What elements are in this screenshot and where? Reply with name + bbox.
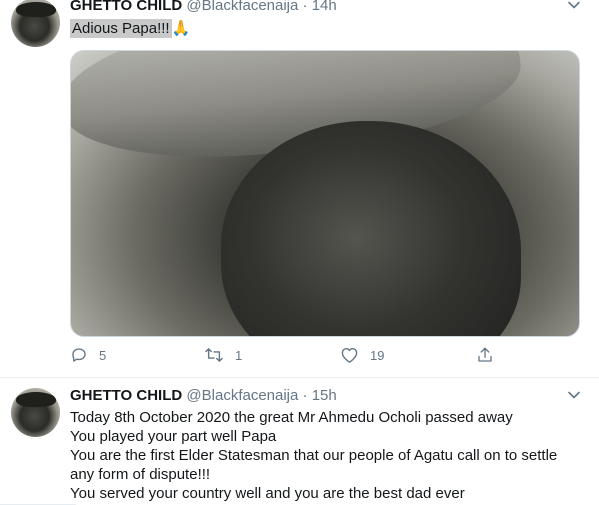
- heart-icon: [340, 346, 359, 364]
- timestamp[interactable]: 14h: [312, 0, 337, 14]
- tweet-text: Today 8th October 2020 the great Mr Ahme…: [70, 408, 585, 503]
- tweet-line: You played your part well Papa: [70, 428, 277, 445]
- share-button[interactable]: [476, 346, 494, 364]
- chevron-down-icon[interactable]: [567, 388, 581, 402]
- highlighted-text: Adious Papa!!!: [70, 19, 172, 38]
- separator-dot: ·: [302, 0, 308, 14]
- tweet[interactable]: GHETTO CHILD @Blackfacenaija · 15h Today…: [0, 378, 599, 505]
- tweet-line: Today 8th October 2020 the great Mr Ahme…: [70, 409, 513, 426]
- chevron-down-icon[interactable]: [567, 0, 581, 12]
- separator-dot: ·: [302, 387, 308, 404]
- tweet-line: You are the first Elder Statesman that o…: [70, 447, 558, 483]
- tweet-photo[interactable]: [70, 50, 580, 337]
- display-name[interactable]: GHETTO CHILD: [70, 0, 182, 14]
- share-icon: [476, 346, 494, 364]
- tweet-header: GHETTO CHILD @Blackfacenaija · 15h: [70, 387, 337, 404]
- praying-hands-emoji: 🙏: [171, 20, 191, 37]
- user-handle[interactable]: @Blackfacenaija: [186, 0, 298, 14]
- reply-icon: [70, 346, 88, 364]
- reply-count: 5: [99, 347, 107, 363]
- timestamp[interactable]: 15h: [312, 387, 337, 404]
- avatar[interactable]: [11, 388, 60, 437]
- tweet-text: Adious Papa!!! 🙏: [70, 19, 190, 38]
- display-name[interactable]: GHETTO CHILD: [70, 387, 182, 404]
- user-handle[interactable]: @Blackfacenaija: [186, 387, 298, 404]
- avatar[interactable]: [11, 0, 60, 47]
- tweet-actions: 5 1 19: [70, 346, 500, 368]
- retweet-count: 1: [235, 347, 243, 363]
- retweet-button[interactable]: 1: [204, 346, 242, 364]
- tweet-line: You served your country well and you are…: [70, 485, 465, 502]
- reply-button[interactable]: 5: [70, 346, 106, 364]
- tweet[interactable]: GHETTO CHILD @Blackfacenaija · 14h Adiou…: [0, 0, 599, 378]
- like-count: 19: [370, 347, 385, 363]
- retweet-icon: [204, 346, 224, 364]
- tweet-header: GHETTO CHILD @Blackfacenaija · 14h: [70, 0, 337, 14]
- like-button[interactable]: 19: [340, 346, 384, 364]
